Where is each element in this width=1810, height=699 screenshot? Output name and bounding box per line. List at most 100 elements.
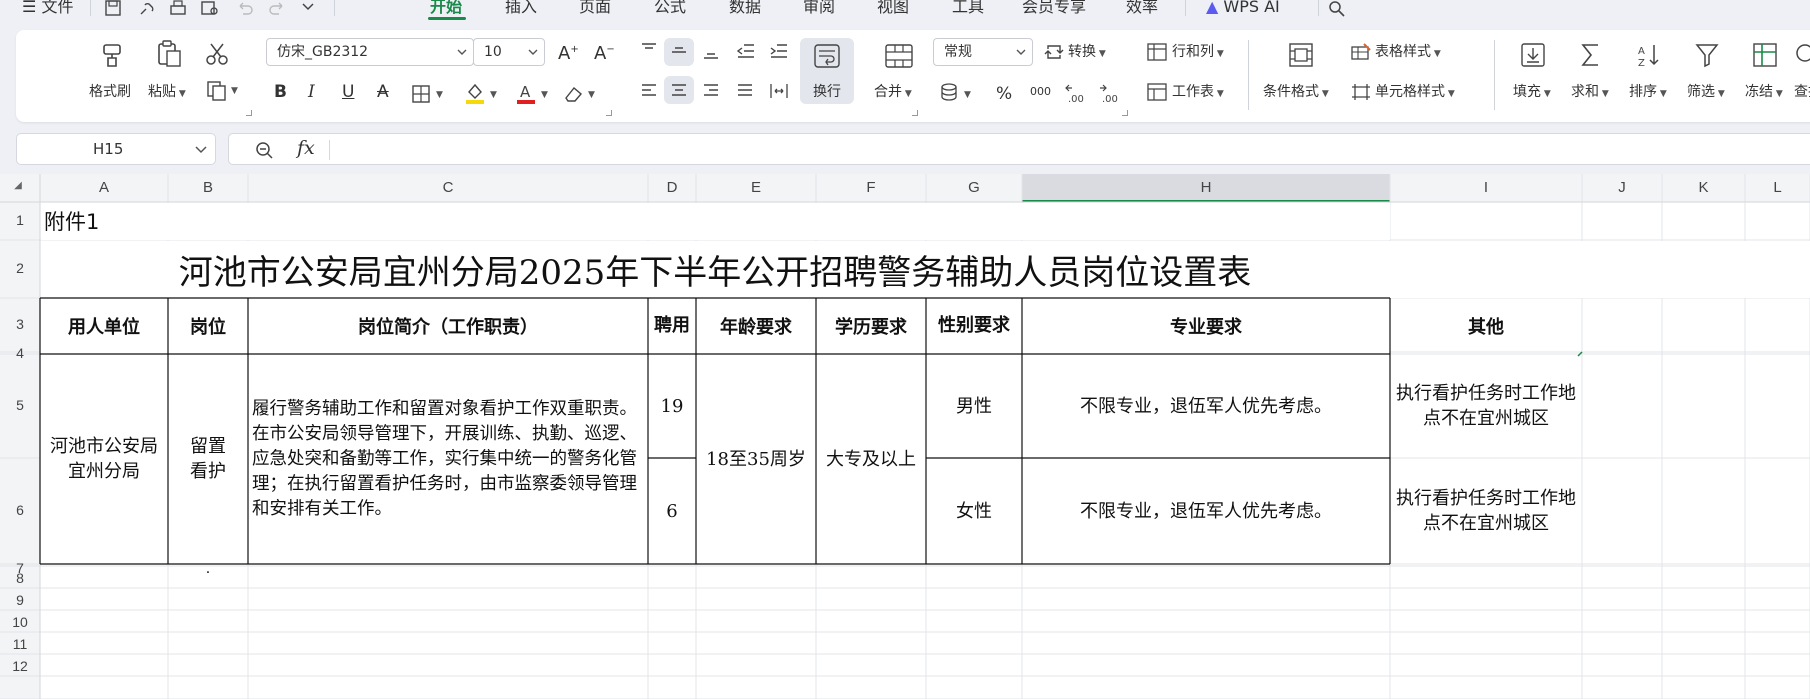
filter-icon[interactable] xyxy=(1694,42,1720,68)
convert-icon[interactable] xyxy=(1044,43,1064,61)
increase-decimal-icon[interactable]: .00 xyxy=(1098,82,1120,104)
tab-review[interactable]: 审阅 xyxy=(803,0,835,20)
cut-icon[interactable] xyxy=(204,42,230,66)
chevron-down-icon[interactable]: ▼ xyxy=(541,90,548,100)
print-preview-icon[interactable] xyxy=(200,0,220,18)
font-color-icon[interactable]: A xyxy=(515,82,537,104)
tab-page[interactable]: 页面 xyxy=(579,0,611,20)
group-launcher-icon[interactable] xyxy=(606,110,612,116)
cell-post: 留置看护 xyxy=(190,436,226,482)
print-icon[interactable] xyxy=(168,0,188,18)
borders-icon[interactable] xyxy=(412,85,430,103)
conditional-format-button[interactable]: 条件格式 ▼ xyxy=(1263,84,1329,102)
link-icon[interactable] xyxy=(137,0,157,18)
sum-button[interactable]: 求和 ▼ xyxy=(1571,84,1609,102)
decrease-font-icon[interactable]: A− xyxy=(594,42,615,63)
fill-button[interactable]: 填充 ▼ xyxy=(1513,84,1551,102)
align-middle-icon[interactable] xyxy=(670,42,688,60)
tab-tools[interactable]: 工具 xyxy=(952,0,984,20)
fill-color-icon[interactable] xyxy=(464,82,486,104)
worksheet-icon[interactable] xyxy=(1147,83,1167,101)
align-right-icon[interactable] xyxy=(702,82,720,100)
worksheet-button[interactable]: 工作表 ▼ xyxy=(1172,84,1224,102)
justify-icon[interactable] xyxy=(736,82,754,100)
underline-icon[interactable]: U xyxy=(342,84,354,101)
increase-font-icon[interactable]: A+ xyxy=(558,42,579,63)
indent-increase-icon[interactable] xyxy=(769,42,789,60)
menu-file[interactable]: ☰ 文件 xyxy=(22,0,73,20)
merge-icon[interactable] xyxy=(885,44,913,68)
convert-button[interactable]: 转换 ▼ xyxy=(1068,44,1106,62)
format-painter-button[interactable]: 格式刷 xyxy=(89,84,131,100)
cell-style-button[interactable]: 单元格样式 ▼ xyxy=(1375,84,1455,102)
tab-efficiency[interactable]: 效率 xyxy=(1126,0,1158,20)
redo-icon[interactable] xyxy=(267,0,287,18)
filter-button[interactable]: 筛选 ▼ xyxy=(1687,84,1725,102)
copy-icon[interactable] xyxy=(206,80,228,102)
spreadsheet-grid[interactable]: A B C D E F G H I J K L ◢ 1 2 3 4 5 6 7 8 9 10 11 12 附件1 河池市公安局宜州分… xyxy=(0,174,1810,699)
bold-icon[interactable]: B xyxy=(274,84,287,101)
tab-view[interactable]: 视图 xyxy=(877,0,909,20)
undo-icon[interactable] xyxy=(235,0,255,18)
paste-button[interactable]: 粘贴 ▼ xyxy=(148,84,186,102)
align-center-icon[interactable] xyxy=(670,82,688,100)
paste-icon[interactable] xyxy=(154,40,184,68)
find-button[interactable]: 查找 xyxy=(1794,84,1810,100)
tab-member[interactable]: 会员专享 xyxy=(1022,0,1086,20)
currency-icon[interactable] xyxy=(939,82,959,102)
sort-icon[interactable]: AZ xyxy=(1636,42,1662,68)
fill-icon[interactable] xyxy=(1520,42,1546,68)
thousands-icon[interactable]: 000 xyxy=(1030,84,1051,100)
align-bottom-icon[interactable] xyxy=(702,42,720,60)
find-icon[interactable] xyxy=(1794,42,1810,68)
decrease-decimal-icon[interactable]: .00 xyxy=(1064,82,1086,104)
group-launcher-icon[interactable] xyxy=(246,110,252,116)
wps-ai-button[interactable]: ▲ WPS AI xyxy=(1206,0,1280,20)
freeze-button[interactable]: 冻结 ▼ xyxy=(1745,84,1783,102)
indent-decrease-icon[interactable] xyxy=(736,42,756,60)
chevron-down-icon[interactable]: ▼ xyxy=(964,90,971,100)
font-size-select[interactable]: 10 xyxy=(473,38,545,66)
sort-button[interactable]: 排序 ▼ xyxy=(1629,84,1667,102)
search-icon[interactable] xyxy=(1327,0,1347,18)
format-painter-icon[interactable] xyxy=(98,42,126,68)
clear-format-icon[interactable] xyxy=(562,84,584,104)
align-left-icon[interactable] xyxy=(640,82,658,100)
align-top-icon[interactable] xyxy=(640,42,658,60)
merge-button[interactable]: 合并 ▼ xyxy=(874,84,912,102)
conditional-format-icon[interactable] xyxy=(1288,42,1314,68)
fx-icon[interactable]: fx xyxy=(297,137,315,159)
formula-input[interactable]: fx xyxy=(228,133,1810,165)
chevron-down-icon: ▼ xyxy=(1541,89,1551,99)
wps-ai-icon: ▲ xyxy=(1206,0,1224,16)
zoom-search-icon[interactable] xyxy=(255,141,273,159)
group-launcher-icon[interactable] xyxy=(1122,110,1128,116)
number-format-select[interactable]: 常规 xyxy=(933,38,1033,66)
tab-formula[interactable]: 公式 xyxy=(654,0,686,20)
save-icon[interactable] xyxy=(103,0,123,18)
wrap-text-icon[interactable] xyxy=(814,44,840,68)
strikethrough-icon[interactable]: A xyxy=(377,84,389,101)
distribute-icon[interactable] xyxy=(769,82,789,100)
chevron-down-icon[interactable]: ▼ xyxy=(490,90,497,100)
sum-icon[interactable] xyxy=(1578,42,1604,68)
table-style-button[interactable]: 表格样式 ▼ xyxy=(1375,44,1441,62)
chevron-down-icon[interactable]: ▼ xyxy=(436,90,443,100)
rows-cols-icon[interactable] xyxy=(1147,43,1167,61)
rows-cols-button[interactable]: 行和列 ▼ xyxy=(1172,44,1224,62)
group-launcher-icon[interactable] xyxy=(912,110,918,116)
chevron-down-icon[interactable] xyxy=(195,145,207,154)
chevron-down-icon[interactable]: ▼ xyxy=(588,90,595,100)
wrap-text-button[interactable]: 换行 xyxy=(813,84,841,100)
font-name-select[interactable]: 仿宋_GB2312 xyxy=(266,38,474,66)
chevron-down-icon[interactable]: ▼ xyxy=(231,86,238,96)
chevron-down-icon[interactable] xyxy=(298,0,318,18)
percent-icon[interactable]: % xyxy=(996,86,1012,103)
cell-style-icon[interactable] xyxy=(1351,83,1371,101)
table-style-icon[interactable] xyxy=(1351,43,1371,61)
tab-insert[interactable]: 插入 xyxy=(505,0,537,20)
tab-data[interactable]: 数据 xyxy=(729,0,761,20)
name-box[interactable]: H15 xyxy=(16,133,216,165)
italic-icon[interactable]: I xyxy=(308,84,315,101)
freeze-icon[interactable] xyxy=(1752,42,1778,68)
